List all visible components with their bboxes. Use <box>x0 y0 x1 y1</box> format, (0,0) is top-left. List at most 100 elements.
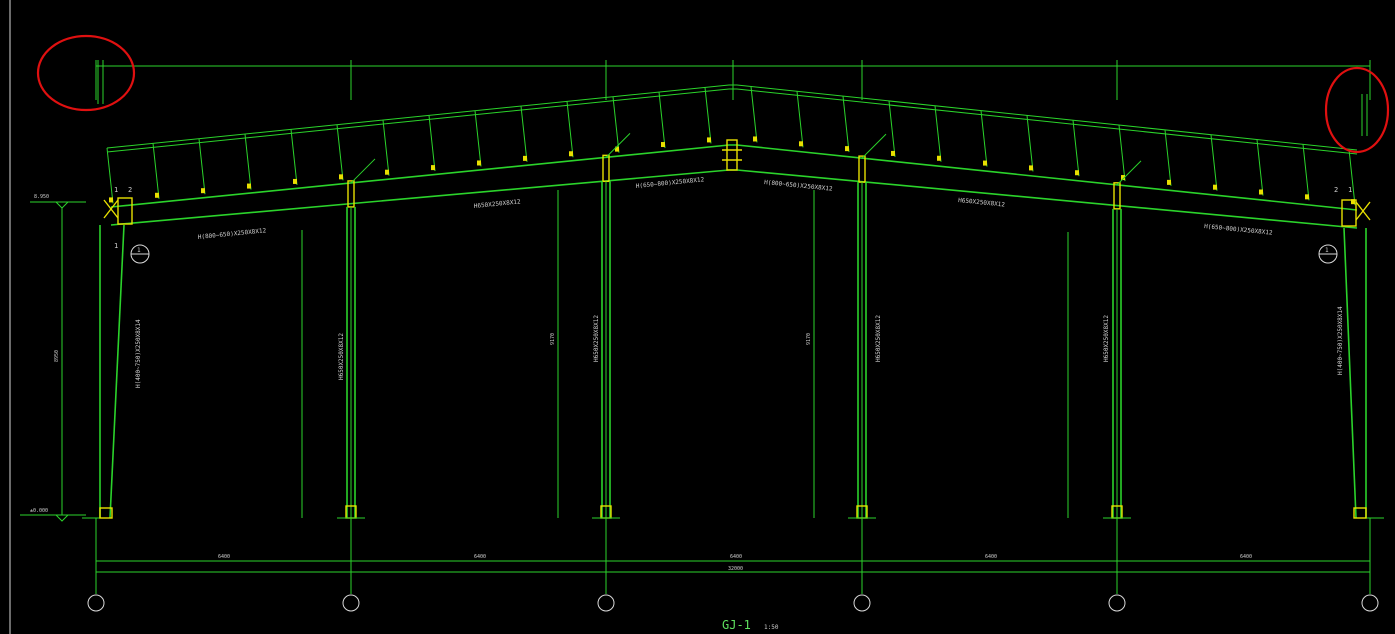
purlin-clip <box>661 142 665 148</box>
purlin-strut <box>612 96 620 153</box>
mid-height-label-right: 9170 <box>806 333 812 345</box>
purlin-clip <box>1305 194 1309 200</box>
rafter-stiffener <box>602 154 610 183</box>
purlin-clip <box>1029 165 1033 171</box>
section-markers: 1 2 1 2 1 1 1 <box>114 186 1352 264</box>
column-mid-label-2: H650X250X8X12 <box>593 315 600 362</box>
purlin-strut <box>428 115 436 172</box>
purlin-strut <box>1026 115 1034 172</box>
axis-bubble <box>342 594 360 612</box>
section-2-top-left: 2 <box>128 186 132 194</box>
purlin-strut <box>1118 124 1126 182</box>
purlin-clip <box>155 192 159 198</box>
section-1-top-right: 1 <box>1348 186 1352 194</box>
purlin-clip <box>1167 179 1171 185</box>
purlin-strut <box>198 138 206 195</box>
cad-drawing-canvas[interactable]: 8.950 ±0.000 8950 9170 9170 H(800~650)X2… <box>0 0 1395 634</box>
leader-line <box>605 132 631 158</box>
purlin-strut <box>152 143 160 199</box>
purlin-strut <box>1210 134 1218 191</box>
purlin-strut <box>382 119 390 176</box>
drawing-title: GJ-1 <box>722 618 751 632</box>
purlin-strut <box>1348 149 1356 206</box>
axis-bubble <box>1108 594 1126 612</box>
section-2-top-right: 2 <box>1334 186 1338 194</box>
columns <box>82 181 1384 548</box>
axis-bubble <box>87 594 105 612</box>
purlin-strut <box>566 101 574 158</box>
span-dim-1: 6400 <box>218 554 230 560</box>
purlin-clip <box>1259 189 1263 195</box>
purlin-clip <box>1075 170 1079 176</box>
purlin-strut <box>1072 120 1080 177</box>
rafter-right-end-label: H(650~800)X250X8X12 <box>1204 223 1273 237</box>
column-edge-right-label: H(400~750)X250X8X14 <box>1337 306 1344 375</box>
purlin-strut <box>1302 144 1310 201</box>
axis-bubble <box>853 594 871 612</box>
purlin-clip <box>753 136 757 142</box>
span-dim-4: 6400 <box>985 554 997 560</box>
column-edge-left-label: H(400~750)X250X8X14 <box>135 319 142 388</box>
leader-line <box>861 133 887 159</box>
member-labels: H(800~650)X250X8X12 H650X250X8X12 H(650~… <box>135 176 1344 388</box>
grid-axis-bubbles <box>87 594 1379 612</box>
purlin-clip <box>799 141 803 147</box>
column-mid-label-1: H650X250X8X12 <box>338 333 345 380</box>
purlin-clip <box>891 150 895 156</box>
purlin-strut <box>244 133 252 190</box>
level-markers: 8.950 ±0.000 8950 <box>20 194 86 522</box>
purlin-clip <box>983 160 987 166</box>
column-mid-label-3: H650X250X8X12 <box>875 315 882 362</box>
span-dim-3: 6400 <box>730 554 742 560</box>
purlin-clip <box>477 160 481 166</box>
column-edge-right-inner <box>1343 227 1357 519</box>
detail-bubble-left-label: 1 <box>137 247 141 254</box>
purlin-clip <box>523 155 527 161</box>
purlin-strut <box>842 96 850 153</box>
purlin-clip <box>431 165 435 171</box>
rafter-right-mid-label: H650X250X8X12 <box>958 197 1006 209</box>
axis-bubble <box>597 594 615 612</box>
ground-level-label: ±0.000 <box>30 508 48 514</box>
detail-bubble-right-label: 1 <box>1325 247 1329 254</box>
purlin-strut <box>888 100 896 157</box>
purlin-clip <box>201 188 205 194</box>
eave-level-label: 8.950 <box>34 194 49 200</box>
rafter-left-mid-label: H650X250X8X12 <box>474 198 522 210</box>
column-height-dim: 8950 <box>54 350 60 362</box>
bottom-dimension-chain: 6400 6400 6400 6400 6400 32000 <box>95 548 1371 594</box>
purlin-strut <box>520 106 528 162</box>
axis-bubble <box>1361 594 1379 612</box>
purlin-clip <box>293 178 297 184</box>
column-edge-left-inner <box>109 224 125 519</box>
column-mid-label-4: H650X250X8X12 <box>1103 315 1110 362</box>
purlin-strut <box>474 110 482 167</box>
purlin-strut <box>704 87 712 144</box>
highlight-circle-right <box>1324 66 1390 154</box>
rafter-center-left-label: H(650~800)X250X8X12 <box>636 176 705 190</box>
purlin-clip <box>569 151 573 157</box>
purlin-clip <box>247 183 251 189</box>
purlin-strut <box>934 105 942 162</box>
purlin-clip <box>845 146 849 152</box>
span-dim-2: 6400 <box>474 554 486 560</box>
rafter-left-end-label: H(800~650)X250X8X12 <box>198 227 267 241</box>
top-dimension-chain <box>95 60 1371 100</box>
rafter-center-right-label: H(800~650)X250X8X12 <box>764 179 833 193</box>
purlin-strut <box>336 124 344 181</box>
purlin-strut <box>290 129 298 185</box>
total-dim: 32000 <box>728 566 743 572</box>
purlin-strut <box>750 86 758 143</box>
purlin-clip <box>937 155 941 161</box>
purlin-clip <box>339 174 343 180</box>
purlin-clip <box>109 197 113 203</box>
mid-height-label-left: 9170 <box>550 333 556 345</box>
leader-line <box>350 158 376 184</box>
rafter-stiffener <box>858 155 866 183</box>
purlin-clip <box>385 169 389 175</box>
highlight-circle-left <box>36 34 136 112</box>
span-dim-5: 6400 <box>1240 554 1252 560</box>
purlin-clip <box>707 137 711 143</box>
purlin-strut <box>1164 129 1172 186</box>
mid-height-dims: 9170 9170 <box>301 190 1069 518</box>
